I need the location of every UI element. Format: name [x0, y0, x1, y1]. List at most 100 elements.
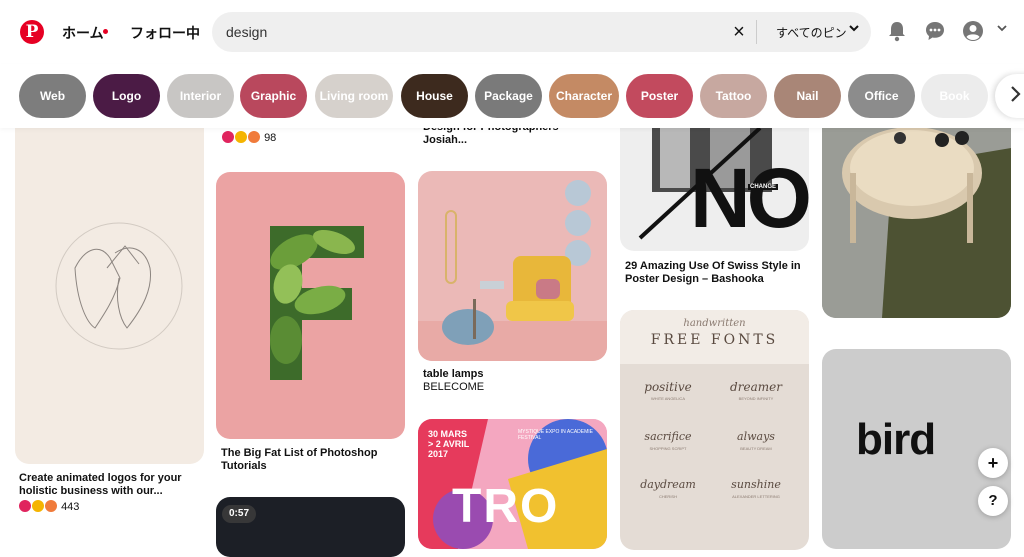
pin-free-fonts[interactable]: handwritten FREE FONTS positive WHITE AN… [620, 310, 809, 550]
pin-source[interactable]: BELECOME [423, 381, 484, 393]
font-sample: sacrifice [644, 430, 692, 443]
chat-icon[interactable] [924, 20, 946, 42]
pink-room-image [418, 180, 607, 361]
chip-office[interactable]: Office [848, 74, 915, 118]
font-sample-note: BEAUTY DREAM [740, 446, 772, 451]
pin-title[interactable]: The Big Fat List of Photoshop [221, 447, 377, 460]
notification-dot [103, 29, 108, 34]
chip-living-room[interactable]: Living room [315, 74, 393, 118]
pin-video[interactable]: 0:57 [216, 497, 405, 557]
font-sample-note: SHOPPING SCRIPT [649, 446, 687, 451]
chip-label: Nail [796, 89, 819, 103]
chip-tattoo[interactable]: Tattoo [700, 74, 767, 118]
account-chevron-down-icon[interactable] [996, 22, 1008, 37]
help-button[interactable]: ? [978, 486, 1008, 516]
search-bar[interactable]: × すべてのピン [212, 12, 871, 52]
pin-swiss-poster[interactable]: NO CHANGE [620, 128, 809, 251]
surprised-icon [45, 500, 57, 512]
chip-label: Office [864, 89, 899, 103]
bird-wordmark: bird [856, 415, 936, 464]
chip-label: Character [555, 89, 613, 103]
pin-title[interactable]: Create animated logos for your [19, 472, 182, 485]
wow-icon [235, 131, 247, 143]
poster-side-text: MYSTIQUE EXPO IN ACADEMIE FESTIVAL [518, 429, 594, 441]
pin-title-cont[interactable]: Tutorials [221, 460, 267, 473]
chevron-right-icon [1009, 85, 1021, 108]
pin-bird-logo[interactable]: bird [822, 349, 1011, 549]
pin-title[interactable]: 29 Amazing Use Of Swiss Style in [625, 260, 801, 273]
chip-house[interactable]: House [401, 74, 468, 118]
top-header: P ホーム フォロー中 × すべてのピン [0, 0, 1024, 64]
add-button[interactable]: + [978, 448, 1008, 478]
heart-icon [222, 131, 234, 143]
chip-label: Tattoo [715, 89, 752, 103]
clear-search-icon[interactable]: × [728, 20, 750, 44]
chip-graphic[interactable]: Graphic [240, 74, 307, 118]
reaction-count: 443 [61, 501, 80, 513]
font-sample: positive [644, 380, 692, 394]
wow-icon [32, 500, 44, 512]
reactions[interactable]: 443 [19, 500, 79, 513]
nav-home[interactable]: ホーム [62, 23, 104, 43]
pin-photoshop-f[interactable] [216, 172, 405, 439]
chip-interior[interactable]: Interior [167, 74, 234, 118]
chip-label: Graphic [250, 89, 297, 103]
chip-character[interactable]: Character [549, 74, 619, 118]
search-scope-dropdown[interactable]: すべてのピン [776, 24, 847, 41]
font-sample-note: WHITE ANGELICA [650, 396, 685, 401]
fonts-heading: FREE FONTS [650, 332, 779, 348]
pin-title[interactable]: table lamps [423, 368, 484, 381]
pinterest-logo-icon[interactable]: P [20, 20, 44, 44]
chip-logo[interactable]: Logo [93, 74, 160, 118]
reactions[interactable]: 98 [222, 131, 276, 144]
pin-animated-logo[interactable] [15, 128, 204, 464]
pin-title-cont[interactable]: Poster Design – Bashooka [625, 273, 764, 286]
heart-icon [19, 500, 31, 512]
round-table-image [822, 128, 1011, 318]
chip-label: Logo [111, 89, 142, 103]
leaf-letter-f-image [270, 226, 364, 380]
poster-date-line: > 2 AVRIL [428, 439, 470, 449]
pin-title-cont[interactable]: Josiah... [423, 134, 467, 147]
pin-table-lamps[interactable] [418, 171, 607, 361]
chip-label: Package [484, 89, 533, 103]
avatar[interactable] [962, 20, 984, 42]
chip-package[interactable]: Package [475, 74, 542, 118]
video-duration-badge: 0:57 [222, 505, 257, 523]
bell-icon[interactable] [886, 20, 908, 42]
line-art-hands-image [55, 222, 183, 350]
poster-date-line: 30 MARS [428, 429, 468, 439]
chip-label: Book [939, 89, 970, 103]
poster-big-text: TRO [452, 480, 560, 533]
nav-following[interactable]: フォロー中 [130, 23, 200, 43]
chip-nail[interactable]: Nail [774, 74, 841, 118]
font-sample: sunshine [731, 478, 781, 491]
suggestion-chip-bar: Web Logo Interior Graphic Living room Ho… [0, 64, 1024, 128]
pin-festival-poster[interactable]: 30 MARS > 2 AVRIL 2017 MYSTIQUE EXPO IN … [418, 419, 607, 549]
fonts-script-label: handwritten [683, 318, 746, 329]
chip-label: Interior [179, 89, 222, 103]
search-input[interactable] [226, 22, 716, 42]
font-sample-note: BEYOND INFINITY [738, 396, 774, 401]
chip-label: Living room [319, 89, 389, 103]
poster-big-text: NO [690, 151, 809, 245]
chip-label: Web [39, 89, 66, 103]
surprised-icon [248, 131, 260, 143]
search-divider [756, 20, 757, 44]
font-sample-note: ALEXANDER LETTERING [732, 494, 780, 499]
chip-label: Poster [640, 89, 679, 103]
chip-poster[interactable]: Poster [626, 74, 693, 118]
pin-round-table[interactable] [822, 128, 1011, 318]
reaction-count: 98 [264, 132, 277, 144]
chip-web[interactable]: Web [19, 74, 86, 118]
poster-date: 30 MARS > 2 AVRIL 2017 [428, 429, 469, 459]
chip-scroll-right-button[interactable] [995, 74, 1024, 118]
chip-book[interactable]: Book [921, 74, 988, 118]
poster-tag: CHANGE [748, 184, 779, 190]
chevron-down-icon[interactable] [848, 22, 860, 37]
font-sample-note: CHERISH [658, 494, 677, 499]
font-sample: always [737, 430, 775, 443]
font-sample: daydream [640, 478, 696, 491]
pin-title-cont[interactable]: holistic business with our... [19, 485, 163, 498]
chip-label: House [416, 89, 453, 103]
